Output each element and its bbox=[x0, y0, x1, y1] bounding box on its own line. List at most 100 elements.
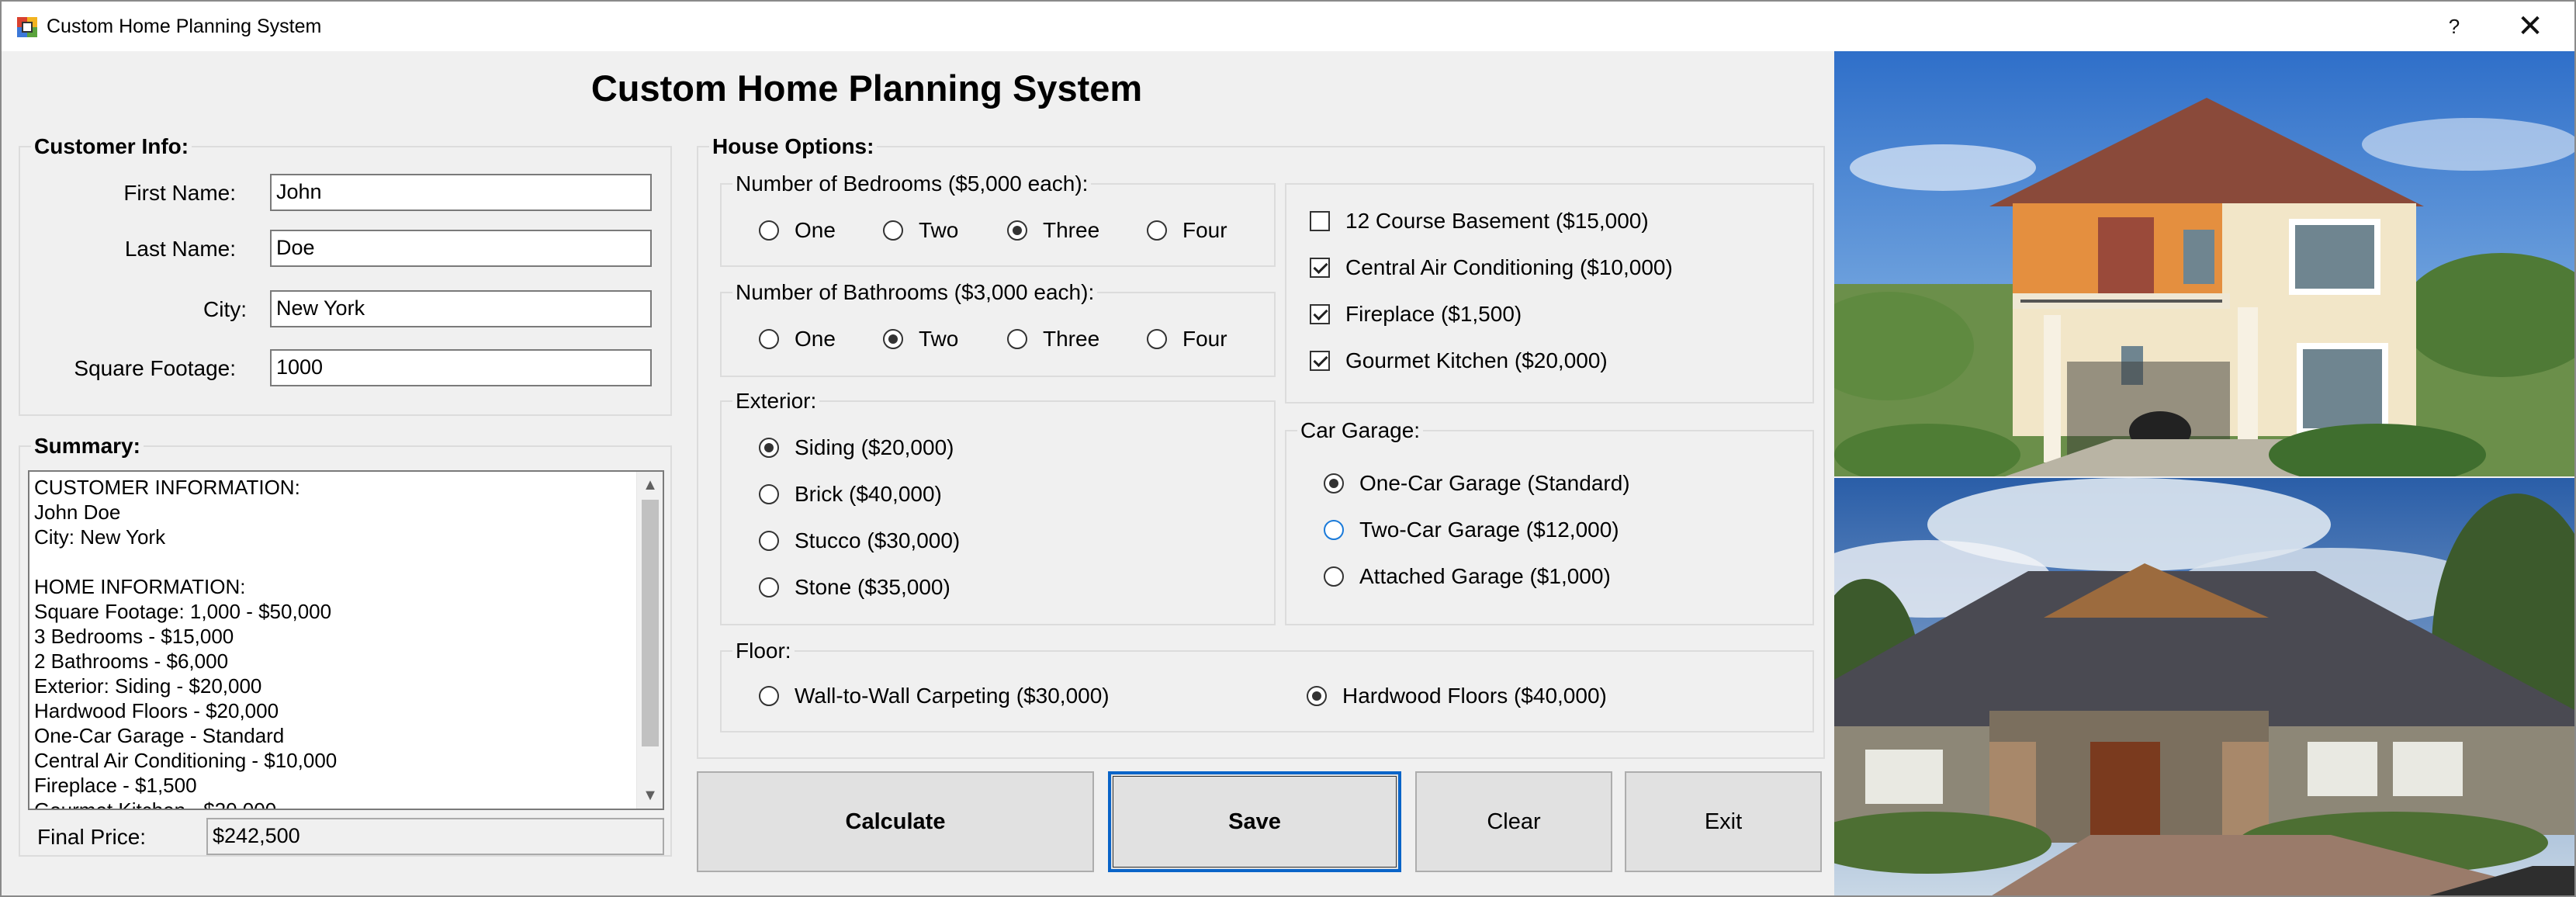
app-icon bbox=[17, 17, 37, 37]
option-label: Wall-to-Wall Carpeting ($30,000) bbox=[795, 684, 1110, 708]
option-label: 12 Course Basement ($15,000) bbox=[1345, 209, 1649, 233]
exterior-legend: Exterior: bbox=[732, 388, 820, 414]
bathrooms-group: Number of Bathrooms ($3,000 each): One T… bbox=[720, 279, 1276, 377]
radio-icon bbox=[759, 686, 779, 706]
bathrooms-legend: Number of Bathrooms ($3,000 each): bbox=[732, 279, 1098, 306]
option-label: Hardwood Floors ($40,000) bbox=[1342, 684, 1607, 708]
radio-selected-icon bbox=[883, 329, 903, 349]
radio-icon bbox=[759, 220, 779, 241]
bathrooms-option-two[interactable]: Two bbox=[883, 326, 958, 352]
option-label: Four bbox=[1182, 218, 1227, 242]
option-label: Stone ($35,000) bbox=[795, 575, 950, 599]
summary-line: Hardwood Floors - $20,000 bbox=[34, 699, 279, 722]
house-options-legend: House Options: bbox=[709, 133, 878, 160]
exterior-option-siding[interactable]: Siding ($20,000) bbox=[759, 435, 954, 461]
summary-scrollbar[interactable]: ▲ ▼ bbox=[636, 472, 663, 809]
scroll-thumb[interactable] bbox=[642, 500, 659, 746]
bedrooms-group: Number of Bedrooms ($5,000 each): One Tw… bbox=[720, 171, 1276, 267]
option-label: Two bbox=[919, 218, 959, 242]
checkbox-checked-icon bbox=[1310, 258, 1330, 278]
close-button[interactable]: ✕ bbox=[2495, 2, 2565, 51]
checkbox-icon bbox=[1310, 211, 1330, 231]
bathrooms-option-one[interactable]: One bbox=[759, 326, 836, 352]
radio-icon bbox=[883, 220, 903, 241]
radio-icon bbox=[759, 484, 779, 504]
house-photo-bottom-image bbox=[1834, 478, 2574, 895]
garage-option-one-car[interactable]: One-Car Garage (Standard) bbox=[1324, 470, 1630, 497]
floor-option-carpeting[interactable]: Wall-to-Wall Carpeting ($30,000) bbox=[759, 683, 1110, 709]
radio-selected-icon bbox=[1307, 686, 1327, 706]
option-label: Three bbox=[1043, 327, 1100, 351]
checkbox-checked-icon bbox=[1310, 351, 1330, 371]
option-label: Central Air Conditioning ($10,000) bbox=[1345, 255, 1673, 279]
square-footage-field[interactable]: 1000 bbox=[270, 349, 652, 386]
option-label: One bbox=[795, 327, 836, 351]
calculate-button[interactable]: Calculate bbox=[697, 771, 1094, 872]
garage-option-two-car[interactable]: Two-Car Garage ($12,000) bbox=[1324, 517, 1619, 543]
summary-legend: Summary: bbox=[31, 433, 144, 459]
bedrooms-option-one[interactable]: One bbox=[759, 217, 836, 244]
exit-button[interactable]: Exit bbox=[1625, 771, 1822, 872]
house-photo-top-image bbox=[1834, 51, 2574, 476]
window-title: Custom Home Planning System bbox=[47, 16, 322, 37]
gourmet-kitchen-checkbox[interactable]: Gourmet Kitchen ($20,000) bbox=[1310, 348, 1608, 374]
customer-info-group: Customer Info: First Name: John Last Nam… bbox=[19, 133, 672, 416]
option-label: Siding ($20,000) bbox=[795, 435, 954, 459]
first-name-label: First Name: bbox=[123, 181, 236, 205]
last-name-label: Last Name: bbox=[124, 237, 236, 261]
bathrooms-option-four[interactable]: Four bbox=[1147, 326, 1227, 352]
clear-button[interactable]: Clear bbox=[1415, 771, 1612, 872]
bedrooms-option-four[interactable]: Four bbox=[1147, 217, 1227, 244]
save-button[interactable]: Save bbox=[1108, 771, 1401, 872]
checkbox-checked-icon bbox=[1310, 304, 1330, 324]
option-label: One bbox=[795, 218, 836, 242]
exterior-option-stone[interactable]: Stone ($35,000) bbox=[759, 574, 950, 601]
option-label: One-Car Garage (Standard) bbox=[1359, 471, 1630, 495]
square-footage-label: Square Footage: bbox=[74, 356, 236, 380]
garage-group: Car Garage: One-Car Garage (Standard) Tw… bbox=[1285, 417, 1814, 625]
option-label: Three bbox=[1043, 218, 1100, 242]
summary-group: Summary: CUSTOMER INFORMATION: John Doe … bbox=[19, 433, 672, 857]
garage-option-attached[interactable]: Attached Garage ($1,000) bbox=[1324, 563, 1611, 590]
fireplace-checkbox[interactable]: Fireplace ($1,500) bbox=[1310, 301, 1522, 327]
summary-line: HOME INFORMATION: bbox=[34, 575, 246, 598]
radio-icon bbox=[1324, 566, 1344, 587]
floor-group: Floor: Wall-to-Wall Carpeting ($30,000) … bbox=[720, 638, 1814, 732]
bedrooms-option-three[interactable]: Three bbox=[1007, 217, 1099, 244]
option-label: Four bbox=[1182, 327, 1227, 351]
final-price-field: $242,500 bbox=[206, 818, 664, 855]
summary-line bbox=[34, 549, 655, 574]
basement-checkbox[interactable]: 12 Course Basement ($15,000) bbox=[1310, 208, 1649, 234]
summary-line: 2 Bathrooms - $6,000 bbox=[34, 649, 229, 673]
first-name-field[interactable]: John bbox=[270, 174, 652, 211]
summary-listbox[interactable]: CUSTOMER INFORMATION: John Doe City: New… bbox=[28, 470, 664, 810]
radio-icon bbox=[1324, 520, 1344, 540]
summary-line: John Doe bbox=[34, 500, 121, 524]
scroll-up-icon[interactable]: ▲ bbox=[637, 472, 663, 498]
radio-icon bbox=[759, 531, 779, 551]
floor-option-hardwood[interactable]: Hardwood Floors ($40,000) bbox=[1307, 683, 1607, 709]
radio-selected-icon bbox=[759, 438, 779, 458]
help-button[interactable]: ? bbox=[2419, 2, 2489, 51]
extras-group: 12 Course Basement ($15,000) Central Air… bbox=[1285, 183, 1814, 403]
radio-icon bbox=[759, 577, 779, 597]
radio-selected-icon bbox=[1007, 220, 1027, 241]
bedrooms-option-two[interactable]: Two bbox=[883, 217, 958, 244]
summary-line: One-Car Garage - Standard bbox=[34, 724, 285, 747]
customer-info-legend: Customer Info: bbox=[31, 133, 192, 160]
radio-icon bbox=[759, 329, 779, 349]
central-air-checkbox[interactable]: Central Air Conditioning ($10,000) bbox=[1310, 255, 1673, 281]
last-name-field[interactable]: Doe bbox=[270, 230, 652, 267]
page-title: Custom Home Planning System bbox=[590, 68, 1143, 109]
summary-line: Square Footage: 1,000 - $50,000 bbox=[34, 600, 332, 623]
exterior-option-brick[interactable]: Brick ($40,000) bbox=[759, 481, 942, 507]
option-label: Attached Garage ($1,000) bbox=[1359, 564, 1611, 588]
radio-icon bbox=[1147, 220, 1167, 241]
summary-lines: CUSTOMER INFORMATION: John Doe City: New… bbox=[34, 475, 655, 809]
exterior-option-stucco[interactable]: Stucco ($30,000) bbox=[759, 528, 960, 554]
scroll-down-icon[interactable]: ▼ bbox=[637, 782, 663, 809]
city-field[interactable]: New York bbox=[270, 290, 652, 327]
option-label: Stucco ($30,000) bbox=[795, 528, 961, 552]
bathrooms-option-three[interactable]: Three bbox=[1007, 326, 1099, 352]
summary-line: 3 Bedrooms - $15,000 bbox=[34, 625, 234, 648]
